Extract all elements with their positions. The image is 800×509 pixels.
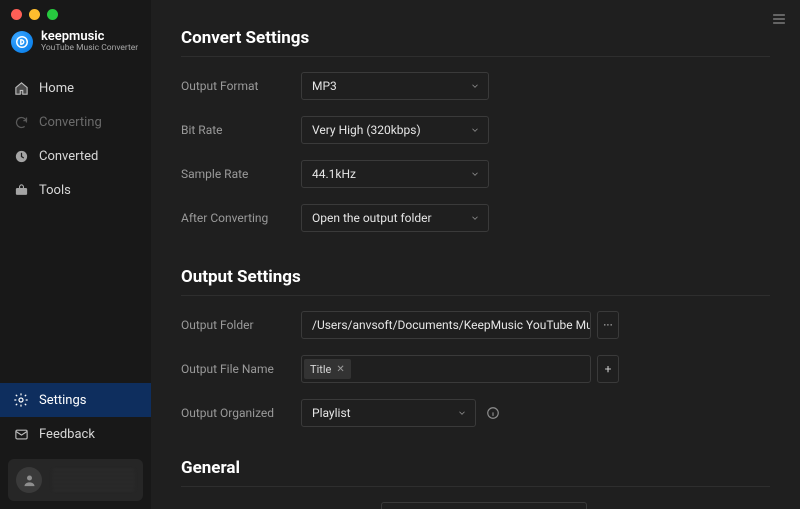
label-output-folder: Output Folder xyxy=(181,318,301,332)
sidebar-item-home[interactable]: Home xyxy=(0,72,151,106)
divider xyxy=(181,295,770,296)
label-sample-rate: Sample Rate xyxy=(181,167,301,181)
sidebar-item-label: Converted xyxy=(39,149,98,164)
toolbox-icon xyxy=(13,183,29,199)
sidebar-item-converted[interactable]: Converted xyxy=(0,140,151,174)
brand-subtitle: YouTube Music Converter xyxy=(41,44,138,53)
minimize-icon[interactable] xyxy=(29,9,40,20)
app-logo-icon xyxy=(11,31,33,53)
sidebar-item-label: Home xyxy=(39,81,74,96)
brand: keepmusic YouTube Music Converter xyxy=(0,20,151,72)
info-icon[interactable] xyxy=(484,404,502,422)
account-card[interactable] xyxy=(8,459,143,501)
label-bit-rate: Bit Rate xyxy=(181,123,301,137)
output-folder-field[interactable]: /Users/anvsoft/Documents/KeepMusic YouTu… xyxy=(301,311,591,339)
section-title-convert: Convert Settings xyxy=(181,28,770,48)
chevron-down-icon xyxy=(457,408,467,418)
select-value: Open the output folder xyxy=(312,211,432,225)
menu-button[interactable] xyxy=(768,8,790,30)
brand-title: keepmusic xyxy=(41,30,138,44)
filename-chip-field[interactable]: Title ✕ xyxy=(301,355,591,383)
sidebar-item-converting[interactable]: Converting xyxy=(0,106,151,140)
chevron-down-icon xyxy=(470,213,480,223)
select-sample-rate[interactable]: 44.1kHz xyxy=(301,160,489,188)
select-output-organized[interactable]: Playlist xyxy=(301,399,476,427)
sidebar-item-label: Feedback xyxy=(39,427,95,442)
sync-icon xyxy=(13,115,29,131)
sidebar: keepmusic YouTube Music Converter Home C… xyxy=(0,0,151,509)
mail-icon xyxy=(13,426,29,442)
app-window: keepmusic YouTube Music Converter Home C… xyxy=(0,0,800,509)
chip-label: Title xyxy=(310,363,331,376)
section-title-general: General xyxy=(181,458,770,478)
browse-button[interactable]: ··· xyxy=(597,311,619,339)
label-output-organized: Output Organized xyxy=(181,406,301,420)
row-appearance: Appearance dark xyxy=(181,501,770,509)
row-after-converting: After Converting Open the output folder xyxy=(181,203,770,233)
select-value: Very High (320kbps) xyxy=(312,123,421,137)
select-value: 44.1kHz xyxy=(312,167,356,181)
row-sample-rate: Sample Rate 44.1kHz xyxy=(181,159,770,189)
select-after-converting[interactable]: Open the output folder xyxy=(301,204,489,232)
sidebar-item-tools[interactable]: Tools xyxy=(0,174,151,208)
select-bit-rate[interactable]: Very High (320kbps) xyxy=(301,116,489,144)
settings-scroll: Convert Settings Output Format MP3 Bit R… xyxy=(151,0,800,509)
divider xyxy=(181,56,770,57)
row-output-filename: Output File Name Title ✕ + xyxy=(181,354,770,384)
field-value: /Users/anvsoft/Documents/KeepMusic YouTu… xyxy=(312,318,591,332)
label-output-filename: Output File Name xyxy=(181,362,301,376)
chip-title: Title ✕ xyxy=(304,359,351,379)
row-output-folder: Output Folder /Users/anvsoft/Documents/K… xyxy=(181,310,770,340)
window-controls xyxy=(0,0,151,20)
sidebar-item-feedback[interactable]: Feedback xyxy=(0,417,151,451)
sidebar-item-label: Tools xyxy=(39,183,71,198)
sidebar-item-label: Converting xyxy=(39,115,102,130)
row-output-organized: Output Organized Playlist xyxy=(181,398,770,428)
avatar-icon xyxy=(16,467,42,493)
row-bit-rate: Bit Rate Very High (320kbps) xyxy=(181,115,770,145)
account-blurred-info xyxy=(52,469,135,491)
add-tag-button[interactable]: + xyxy=(597,355,619,383)
label-after-converting: After Converting xyxy=(181,211,301,225)
select-appearance[interactable]: dark xyxy=(381,502,587,509)
chevron-down-icon xyxy=(470,125,480,135)
secondary-nav: Settings Feedback xyxy=(0,383,151,451)
clock-icon xyxy=(13,149,29,165)
row-output-format: Output Format MP3 xyxy=(181,71,770,101)
select-value: MP3 xyxy=(312,79,337,93)
sidebar-item-settings[interactable]: Settings xyxy=(0,383,151,417)
chevron-down-icon xyxy=(470,81,480,91)
maximize-icon[interactable] xyxy=(47,9,58,20)
gear-icon xyxy=(13,392,29,408)
select-value: Playlist xyxy=(312,406,351,420)
divider xyxy=(181,486,770,487)
chevron-down-icon xyxy=(470,169,480,179)
sidebar-item-label: Settings xyxy=(39,393,86,408)
primary-nav: Home Converting Converted Tools xyxy=(0,72,151,208)
label-output-format: Output Format xyxy=(181,79,301,93)
close-icon[interactable] xyxy=(11,9,22,20)
home-icon xyxy=(13,81,29,97)
chip-remove-icon[interactable]: ✕ xyxy=(336,364,344,375)
select-output-format[interactable]: MP3 xyxy=(301,72,489,100)
section-title-output: Output Settings xyxy=(181,267,770,287)
main-panel: Convert Settings Output Format MP3 Bit R… xyxy=(151,0,800,509)
